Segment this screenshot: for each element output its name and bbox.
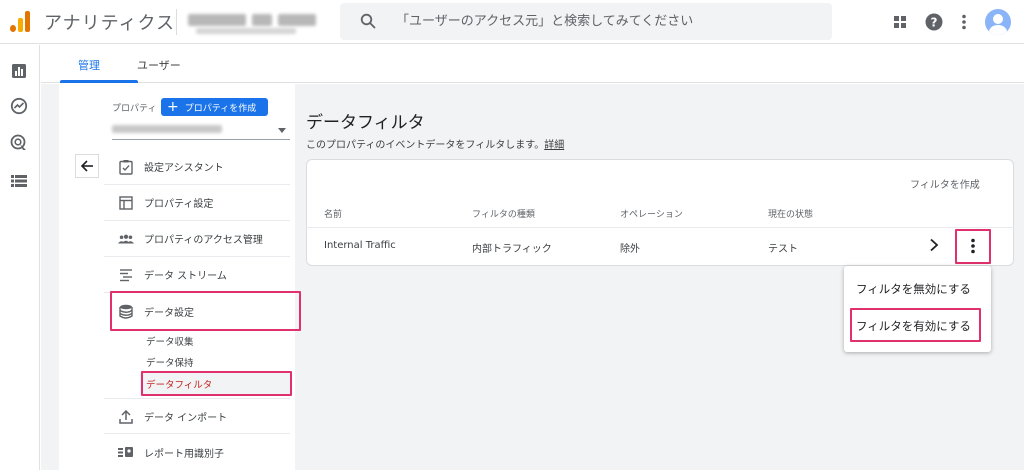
dropdown-caret-icon bbox=[278, 128, 286, 133]
more-vert-icon bbox=[971, 238, 975, 254]
column-header-type: フィルタの種類 bbox=[472, 210, 535, 220]
back-button[interactable] bbox=[75, 154, 99, 178]
property-settings-icon bbox=[118, 195, 134, 211]
search-input[interactable] bbox=[396, 9, 816, 33]
description-text: このプロパティのイベントデータをフィルタします。 bbox=[306, 140, 545, 151]
sub-item-data-collection[interactable]: データ収集 bbox=[146, 334, 194, 348]
column-header-operation: オペレーション bbox=[620, 210, 683, 220]
plus-icon: + bbox=[167, 99, 179, 115]
arrow-left-icon bbox=[80, 160, 93, 172]
column-header-name: 名前 bbox=[324, 210, 343, 220]
nav-label: プロパティのアクセス管理 bbox=[144, 235, 263, 246]
property-name-blurred bbox=[112, 125, 222, 133]
nav-label: データ インポート bbox=[144, 412, 228, 424]
analytics-logo-icon[interactable] bbox=[10, 10, 32, 32]
people-icon bbox=[118, 231, 134, 247]
configure-list-icon[interactable] bbox=[10, 172, 28, 190]
nav-label: 設定アシスタント bbox=[144, 163, 224, 174]
checklist-icon bbox=[118, 159, 134, 175]
page-title: データフィルタ bbox=[306, 113, 425, 133]
nav-item-data-settings[interactable]: データ設定 bbox=[104, 293, 290, 329]
nav-label: レポート用識別子 bbox=[144, 448, 224, 460]
advertising-icon[interactable] bbox=[10, 134, 28, 152]
cell-filter-state: テスト bbox=[768, 244, 798, 255]
page-description: このプロパティのイベントデータをフィルタします。詳細 bbox=[306, 136, 564, 151]
table-divider bbox=[306, 227, 1014, 228]
apps-grid-icon[interactable] bbox=[888, 10, 912, 34]
data-streams-icon bbox=[118, 267, 134, 283]
cell-filter-type: 内部トラフィック bbox=[472, 244, 552, 255]
learn-more-link[interactable]: 詳細 bbox=[544, 140, 564, 151]
menu-item-enable-filter[interactable]: フィルタを有効にする bbox=[856, 318, 971, 334]
app-title: アナリティクス bbox=[44, 13, 176, 34]
nav-item-reporting-identity[interactable]: レポート用識別子 bbox=[104, 434, 290, 470]
filter-actions-menu: フィルタを無効にする フィルタを有効にする bbox=[844, 266, 991, 352]
top-bar: アナリティクス ? bbox=[0, 0, 1024, 44]
database-icon bbox=[118, 303, 134, 319]
admin-tabs: 管理 ユーザー bbox=[41, 45, 1024, 83]
create-filter-button[interactable]: フィルタを作成 bbox=[910, 176, 980, 191]
svg-text:?: ? bbox=[931, 16, 938, 30]
column-header-state: 現在の状態 bbox=[768, 210, 814, 220]
menu-item-disable-filter[interactable]: フィルタを無効にする bbox=[856, 281, 971, 297]
account-selector[interactable] bbox=[186, 8, 326, 36]
more-vert-icon[interactable] bbox=[952, 10, 976, 34]
left-rail bbox=[0, 45, 40, 470]
chevron-right-icon[interactable] bbox=[928, 238, 940, 252]
header-divider bbox=[176, 9, 177, 35]
tab-admin[interactable]: 管理 bbox=[78, 57, 100, 73]
property-selector[interactable] bbox=[112, 122, 290, 140]
active-tab-indicator bbox=[60, 80, 138, 83]
nav-label: データ設定 bbox=[144, 307, 194, 319]
help-icon[interactable]: ? bbox=[922, 10, 946, 34]
reports-icon[interactable] bbox=[10, 62, 28, 80]
identity-icon bbox=[118, 444, 134, 460]
explore-icon[interactable] bbox=[10, 97, 28, 115]
nav-item-setup-assistant[interactable]: 設定アシスタント bbox=[104, 149, 290, 185]
nav-label: データ ストリーム bbox=[144, 271, 227, 282]
account-avatar[interactable] bbox=[985, 9, 1011, 35]
sub-item-data-retention[interactable]: データ保持 bbox=[146, 355, 194, 369]
upload-icon bbox=[118, 409, 134, 425]
sub-item-data-filters[interactable]: データフィルタ bbox=[146, 377, 212, 391]
cell-filter-operation: 除外 bbox=[620, 244, 640, 255]
create-property-button[interactable]: + プロパティを作成 bbox=[161, 98, 268, 116]
nav-label: プロパティ設定 bbox=[144, 199, 214, 210]
row-more-menu-button[interactable] bbox=[956, 229, 990, 263]
search-icon bbox=[360, 13, 376, 29]
nav-item-data-import[interactable]: データ インポート bbox=[104, 398, 290, 434]
nav-item-data-streams[interactable]: データ ストリーム bbox=[104, 257, 290, 293]
property-label: プロパティ bbox=[112, 104, 157, 114]
cell-filter-name[interactable]: Internal Traffic bbox=[324, 240, 396, 251]
nav-item-property-access[interactable]: プロパティのアクセス管理 bbox=[104, 221, 290, 257]
create-property-label: プロパティを作成 bbox=[184, 103, 257, 114]
search-bar[interactable] bbox=[340, 3, 832, 40]
tab-user[interactable]: ユーザー bbox=[137, 57, 181, 73]
nav-item-property-settings[interactable]: プロパティ設定 bbox=[104, 185, 290, 221]
